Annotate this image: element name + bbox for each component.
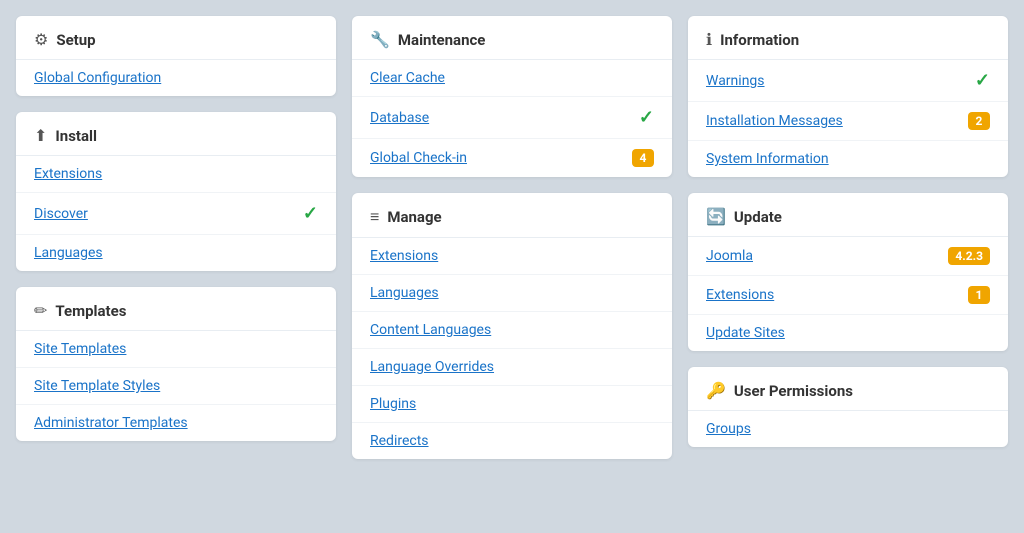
link-redirects[interactable]: Redirects <box>370 433 429 449</box>
list-item: Languages <box>16 235 336 271</box>
maintenance-title: Maintenance <box>398 31 485 49</box>
link-site-template-styles[interactable]: Site Template Styles <box>34 378 160 394</box>
card-setup: ⚙ Setup Global Configuration <box>16 16 336 96</box>
list-item: Clear Cache <box>352 60 672 97</box>
list-item: Installation Messages 2 <box>688 102 1008 141</box>
list-item: Update Sites <box>688 315 1008 351</box>
link-extensions[interactable]: Extensions <box>706 287 774 303</box>
link-installation-messages[interactable]: Installation Messages <box>706 113 843 129</box>
list-item: Languages <box>352 275 672 312</box>
list-item: Site Template Styles <box>16 368 336 405</box>
templates-icon: ✏ <box>34 301 47 320</box>
link-extensions[interactable]: Extensions <box>370 248 438 264</box>
card-templates: ✏ Templates Site Templates Site Template St… <box>16 287 336 441</box>
card-header-user-permissions: 🔑 User Permissions <box>688 367 1008 411</box>
information-icon: ℹ <box>706 30 712 49</box>
card-information: ℹ Information Warnings ✓ Installation Messag… <box>688 16 1008 177</box>
list-item: Database ✓ <box>352 97 672 139</box>
link-languages[interactable]: Languages <box>370 285 439 301</box>
column-1: 🔧 Maintenance Clear Cache Database ✓ Global C… <box>352 16 672 459</box>
link-site-templates[interactable]: Site Templates <box>34 341 126 357</box>
link-global-check-in[interactable]: Global Check-in <box>370 150 467 166</box>
card-user-permissions: 🔑 User Permissions Groups <box>688 367 1008 447</box>
setup-icon: ⚙ <box>34 30 48 49</box>
list-item: Global Check-in 4 <box>352 139 672 177</box>
list-item: Administrator Templates <box>16 405 336 441</box>
card-header-templates: ✏ Templates <box>16 287 336 331</box>
badge: 4 <box>632 149 654 167</box>
link-update-sites[interactable]: Update Sites <box>706 325 785 341</box>
link-joomla[interactable]: Joomla <box>706 248 753 264</box>
list-item: Extensions <box>352 238 672 275</box>
card-update: 🔄 Update Joomla 4.2.3 Extensions 1 Update Site… <box>688 193 1008 351</box>
column-2: ℹ Information Warnings ✓ Installation Messag… <box>688 16 1008 459</box>
list-item: System Information <box>688 141 1008 177</box>
user-permissions-icon: 🔑 <box>706 381 726 400</box>
setup-title: Setup <box>56 31 95 49</box>
column-0: ⚙ Setup Global Configuration ⬆ Install Extens… <box>16 16 336 459</box>
card-header-install: ⬆ Install <box>16 112 336 156</box>
list-item: Language Overrides <box>352 349 672 386</box>
link-languages[interactable]: Languages <box>34 245 103 261</box>
link-plugins[interactable]: Plugins <box>370 396 416 412</box>
list-item: Extensions <box>16 156 336 193</box>
badge: 2 <box>968 112 990 130</box>
card-header-information: ℹ Information <box>688 16 1008 60</box>
list-item: Groups <box>688 411 1008 447</box>
check-icon: ✓ <box>975 70 990 91</box>
list-item: Redirects <box>352 423 672 459</box>
templates-title: Templates <box>55 302 126 320</box>
link-global-configuration[interactable]: Global Configuration <box>34 70 161 86</box>
user-permissions-title: User Permissions <box>734 382 853 400</box>
list-item: Discover ✓ <box>16 193 336 235</box>
card-manage: ≡ Manage Extensions Languages Content Langua… <box>352 193 672 459</box>
link-content-languages[interactable]: Content Languages <box>370 322 491 338</box>
link-discover[interactable]: Discover <box>34 206 88 222</box>
card-header-setup: ⚙ Setup <box>16 16 336 60</box>
link-warnings[interactable]: Warnings <box>706 73 765 89</box>
card-maintenance: 🔧 Maintenance Clear Cache Database ✓ Global C… <box>352 16 672 177</box>
list-item: Joomla 4.2.3 <box>688 237 1008 276</box>
link-language-overrides[interactable]: Language Overrides <box>370 359 494 375</box>
list-item: Site Templates <box>16 331 336 368</box>
link-administrator-templates[interactable]: Administrator Templates <box>34 415 188 431</box>
list-item: Global Configuration <box>16 60 336 96</box>
card-install: ⬆ Install Extensions Discover ✓ Languages <box>16 112 336 271</box>
link-system-information[interactable]: System Information <box>706 151 829 167</box>
update-title: Update <box>734 208 782 226</box>
link-extensions[interactable]: Extensions <box>34 166 102 182</box>
list-item: Plugins <box>352 386 672 423</box>
card-header-update: 🔄 Update <box>688 193 1008 237</box>
manage-icon: ≡ <box>370 207 379 227</box>
check-icon: ✓ <box>639 107 654 128</box>
badge: 4.2.3 <box>948 247 990 265</box>
manage-title: Manage <box>387 208 441 226</box>
card-header-maintenance: 🔧 Maintenance <box>352 16 672 60</box>
update-icon: 🔄 <box>706 207 726 226</box>
install-icon: ⬆ <box>34 126 47 145</box>
list-item: Warnings ✓ <box>688 60 1008 102</box>
install-title: Install <box>55 127 97 145</box>
list-item: Extensions 1 <box>688 276 1008 315</box>
link-groups[interactable]: Groups <box>706 421 751 437</box>
check-icon: ✓ <box>303 203 318 224</box>
badge: 1 <box>968 286 990 304</box>
main-grid: ⚙ Setup Global Configuration ⬆ Install Extens… <box>16 16 1008 459</box>
card-header-manage: ≡ Manage <box>352 193 672 238</box>
list-item: Content Languages <box>352 312 672 349</box>
information-title: Information <box>720 31 799 49</box>
link-clear-cache[interactable]: Clear Cache <box>370 70 445 86</box>
maintenance-icon: 🔧 <box>370 30 390 49</box>
link-database[interactable]: Database <box>370 110 429 126</box>
